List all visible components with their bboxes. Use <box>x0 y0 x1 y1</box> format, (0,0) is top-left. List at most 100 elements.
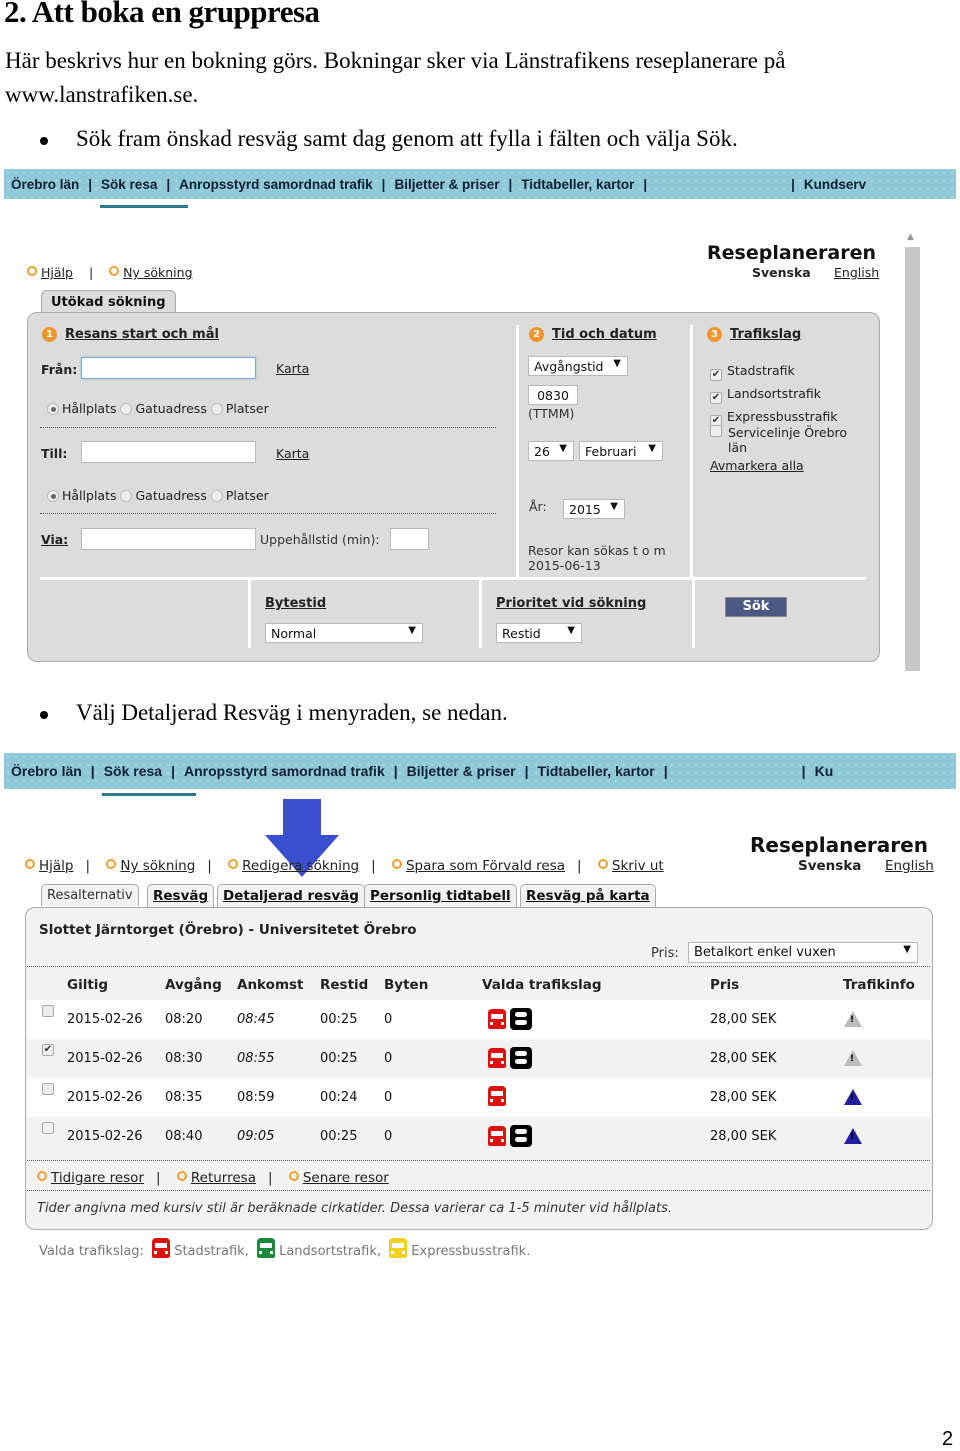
radio-places[interactable] <box>210 490 223 502</box>
from-map-link[interactable]: Karta <box>276 361 309 376</box>
unselect-all-link[interactable]: Avmarkera alla <box>710 458 804 473</box>
cell-changes: 0 <box>384 1090 393 1105</box>
nav-item-sok-resa[interactable]: Sök resa <box>97 763 169 779</box>
nav-item-biljetter[interactable]: Biljetter & priser <box>400 763 523 779</box>
express-bus-icon <box>389 1238 408 1258</box>
to-map-link[interactable]: Karta <box>276 446 309 461</box>
checkbox-checked[interactable]: ✔ <box>710 392 722 404</box>
nav-item-tidtabeller[interactable]: Tidtabeller, kartor <box>531 763 662 779</box>
radio-places[interactable] <box>210 403 223 415</box>
row-checkbox[interactable] <box>42 1005 54 1017</box>
via-input[interactable] <box>81 528 256 550</box>
row-checkbox-checked[interactable]: ✔ <box>42 1044 54 1056</box>
row-checkbox[interactable] <box>42 1122 54 1134</box>
edit-search-link[interactable]: Redigera sökning <box>228 858 359 874</box>
section-heading: 2. Att boka en gruppresa <box>4 0 320 29</box>
rural-bus-icon <box>256 1238 275 1258</box>
tab-resalternativ[interactable]: Resalternativ <box>41 884 139 906</box>
earlier-trips-link[interactable]: Tidigare resor <box>37 1170 144 1186</box>
row-divider <box>40 577 866 580</box>
exclamation-glyph: ! <box>850 1054 855 1064</box>
column-divider <box>516 325 519 577</box>
table-row[interactable]: 2015-02-26 08:20 08:45 00:25 0 28,00 SEK! <box>27 1000 930 1039</box>
from-input[interactable] <box>81 357 256 379</box>
nav-item-sok-resa[interactable]: Sök resa <box>94 177 164 192</box>
to-input[interactable] <box>81 441 256 463</box>
scrollbar-thumb[interactable] <box>905 247 920 671</box>
select-value: Betalkort enkel vuxen <box>694 945 836 960</box>
lang-english-link[interactable]: English <box>834 265 879 280</box>
step-3-icon: 3 <box>707 327 722 342</box>
new-search-link[interactable]: Ny sökning <box>106 858 195 874</box>
search-button[interactable]: Sök <box>725 597 787 617</box>
search-limit-text: Resor kan sökas t o m 2015-06-13 <box>528 543 666 573</box>
radio-stop[interactable] <box>47 403 59 415</box>
tab-resvag-pa-karta[interactable]: Resväg på karta <box>520 884 656 907</box>
nav-item-anropsstyrd[interactable]: Anropsstyrd samordnad trafik <box>177 763 392 779</box>
radio-stop[interactable] <box>47 490 59 502</box>
month-select[interactable]: Februari ▼ <box>579 441 663 461</box>
lang-english-link[interactable]: English <box>885 858 934 874</box>
table-row[interactable]: ✔ 2015-02-26 08:30 08:55 00:25 0 28,00 SEK! <box>27 1039 930 1078</box>
dropdown-arrow-icon: ▼ <box>613 358 621 369</box>
radio-address[interactable] <box>120 403 133 415</box>
legend-item: Stadstrafik, <box>174 1244 249 1259</box>
active-nav-indicator <box>100 205 188 208</box>
day-select[interactable]: 26 ▼ <box>528 441 574 461</box>
help-link[interactable]: Hjälp <box>27 265 73 280</box>
traffic-info-warning-icon[interactable]: ! <box>844 1011 862 1027</box>
year-select[interactable]: 2015 ▼ <box>563 499 625 519</box>
cell-price: 28,00 SEK <box>710 1129 777 1144</box>
later-trips-link[interactable]: Senare resor <box>289 1170 389 1186</box>
table-row[interactable]: 2015-02-26 08:40 09:05 00:25 0 28,00 SEK! <box>27 1117 930 1156</box>
scroll-up-icon[interactable]: ▲ <box>907 232 914 242</box>
nav-item-biljetter[interactable]: Biljetter & priser <box>387 177 506 192</box>
nav-item-tidtabeller[interactable]: Tidtabeller, kartor <box>514 177 641 192</box>
price-type-select[interactable]: Betalkort enkel vuxen ▼ <box>688 942 918 963</box>
transfer-time-select[interactable]: Normal ▼ <box>265 623 423 643</box>
stay-time-label: Uppehållstid (min): <box>260 532 380 547</box>
checkbox-checked[interactable]: ✔ <box>710 369 722 381</box>
tab-resvag[interactable]: Resväg <box>147 884 215 907</box>
new-search-link[interactable]: Ny sökning <box>109 265 192 280</box>
to-label: Till: <box>41 446 68 461</box>
checkbox-label: Expressbusstrafik <box>727 409 838 424</box>
traffic-info-warning-icon[interactable]: ! <box>844 1089 862 1105</box>
col-trafikinfo: Trafikinfo <box>843 977 915 993</box>
mode-landsortstrafik[interactable]: ✔ Landsortstrafik <box>710 382 838 405</box>
traffic-info-warning-icon[interactable]: ! <box>844 1050 862 1066</box>
legend-item: Expressbusstrafik. <box>411 1244 531 1259</box>
select-value: 2015 <box>569 502 601 517</box>
tab-detaljerad-resvag[interactable]: Detaljerad resväg <box>217 884 365 907</box>
radio-label: Gatuadress <box>135 401 207 416</box>
nav-item-orebro-lan[interactable]: Örebro län <box>4 763 89 779</box>
column-divider <box>248 580 251 648</box>
row-checkbox[interactable] <box>42 1083 54 1095</box>
time-type-select[interactable]: Avgångstid ▼ <box>528 356 628 376</box>
stay-time-input[interactable] <box>390 528 429 550</box>
table-row[interactable]: 2015-02-26 08:35 08:59 00:24 0 28,00 SEK! <box>27 1078 930 1117</box>
checkbox-unchecked[interactable] <box>710 425 722 437</box>
traffic-info-warning-icon[interactable]: ! <box>844 1128 862 1144</box>
return-trip-link[interactable]: Returresa <box>177 1170 256 1186</box>
tab-personlig-tidtabell[interactable]: Personlig tidtabell <box>364 884 517 907</box>
cell-duration: 00:24 <box>320 1090 358 1105</box>
mode-stadstrafik[interactable]: ✔ Stadstrafik <box>710 359 838 382</box>
nav-item-orebro-lan[interactable]: Örebro län <box>4 177 86 192</box>
nav-item-anropsstyrd[interactable]: Anropsstyrd samordnad trafik <box>172 177 380 192</box>
help-link[interactable]: Hjälp <box>25 858 74 874</box>
save-default-trip-link[interactable]: Spara som Förvald resa <box>392 858 565 874</box>
dropdown-arrow-icon: ▼ <box>559 443 567 454</box>
priority-select[interactable]: Restid ▼ <box>496 623 582 643</box>
nav-item-kundservice[interactable]: Kundserv <box>797 177 873 192</box>
print-link[interactable]: Skriv ut <box>598 858 664 874</box>
top-links: Hjälp | Ny sökning <box>27 265 193 280</box>
section-title: Resans start och mål <box>65 327 219 342</box>
nav-item-kundservice[interactable]: Ku <box>808 763 841 779</box>
time-input[interactable]: 0830 <box>528 385 578 405</box>
mode-servicelinje[interactable]: Servicelinje Örebro län <box>710 425 847 455</box>
tab-extended-search[interactable]: Utökad sökning <box>41 290 176 314</box>
via-label-link[interactable]: Via: <box>41 532 68 547</box>
route-title: Slottet Järntorget (Örebro) - Universite… <box>39 922 417 938</box>
radio-address[interactable] <box>120 490 133 502</box>
